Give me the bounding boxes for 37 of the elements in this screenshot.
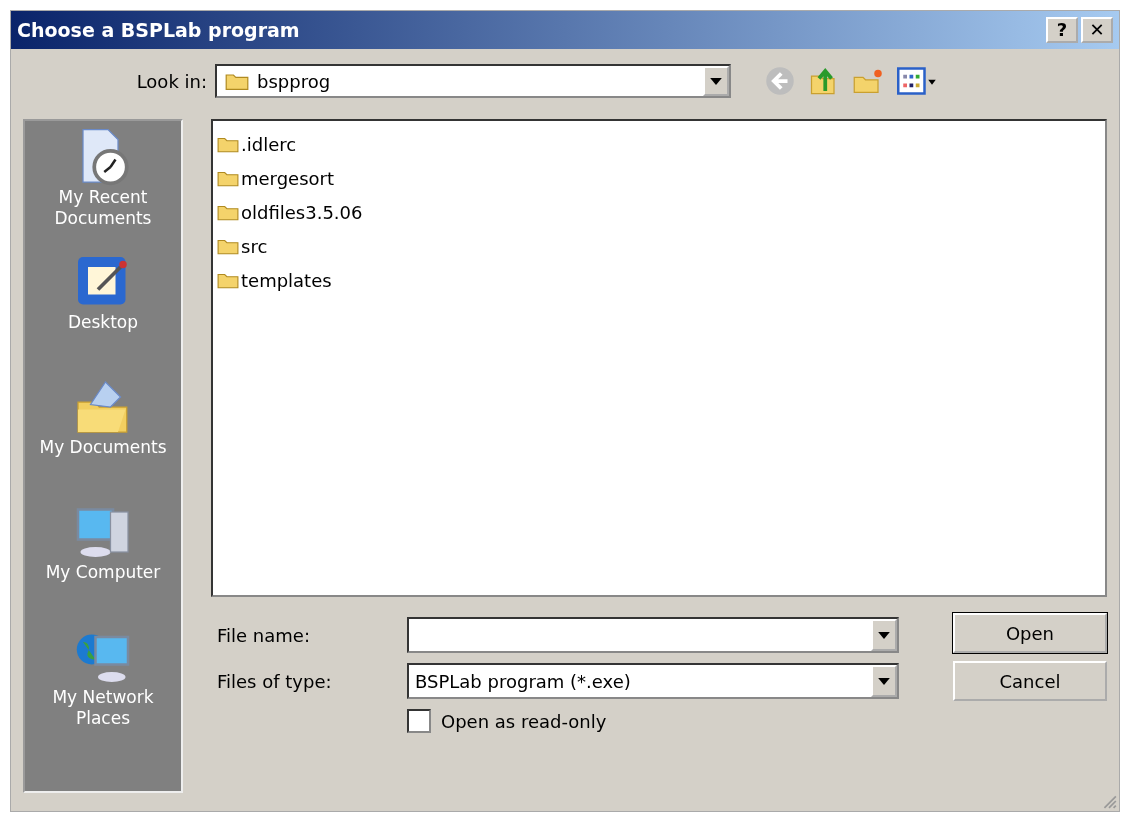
folder-name[interactable]: templates	[241, 269, 332, 291]
look-in-dropdown[interactable]: bspprog	[215, 64, 731, 98]
file-type-label: Files of type:	[216, 670, 333, 692]
place-label[interactable]: Desktop	[67, 312, 139, 334]
folder-icon	[217, 271, 239, 289]
folder-icon	[217, 203, 239, 221]
read-only-label: Open as read-only	[441, 710, 607, 732]
file-name-field[interactable]	[407, 617, 899, 653]
open-button[interactable]: Open	[953, 613, 1107, 653]
folder-name[interactable]: src	[241, 235, 268, 257]
look-in-label: Look in:	[135, 70, 207, 92]
view-menu-icon[interactable]	[897, 66, 937, 96]
place-label[interactable]: My Documents	[39, 437, 167, 459]
caret-icon	[878, 631, 890, 639]
dropdown-arrow-button[interactable]	[703, 66, 729, 96]
dropdown-arrow-button[interactable]	[871, 619, 897, 651]
place-label[interactable]: My Recent Documents	[25, 187, 181, 230]
file-type-dropdown[interactable]: BSPLab program (*.exe)	[407, 663, 899, 699]
resize-grip-icon[interactable]	[1101, 793, 1117, 809]
caret-icon	[710, 77, 722, 85]
folder-icon	[225, 71, 249, 91]
folder-icon	[217, 169, 239, 187]
folder-name[interactable]: oldfiles3.5.06	[241, 201, 363, 223]
close-button[interactable]: ✕	[1081, 17, 1113, 43]
help-button[interactable]: ?	[1046, 17, 1078, 43]
window-title: Choose a BSPLab program	[17, 19, 300, 41]
cancel-button[interactable]: Cancel	[953, 661, 1107, 701]
place-label[interactable]: My Computer	[45, 562, 161, 584]
read-only-checkbox[interactable]	[407, 709, 431, 733]
folder-icon	[217, 135, 239, 153]
folder-name[interactable]: mergesort	[241, 167, 335, 189]
folder-name[interactable]: .idlerc	[241, 133, 297, 155]
place-label[interactable]: My Network Places	[25, 687, 181, 730]
dropdown-arrow-button[interactable]	[871, 665, 897, 697]
caret-icon	[878, 677, 890, 685]
folder-icon	[217, 237, 239, 255]
file-name-label: File name:	[216, 624, 311, 646]
